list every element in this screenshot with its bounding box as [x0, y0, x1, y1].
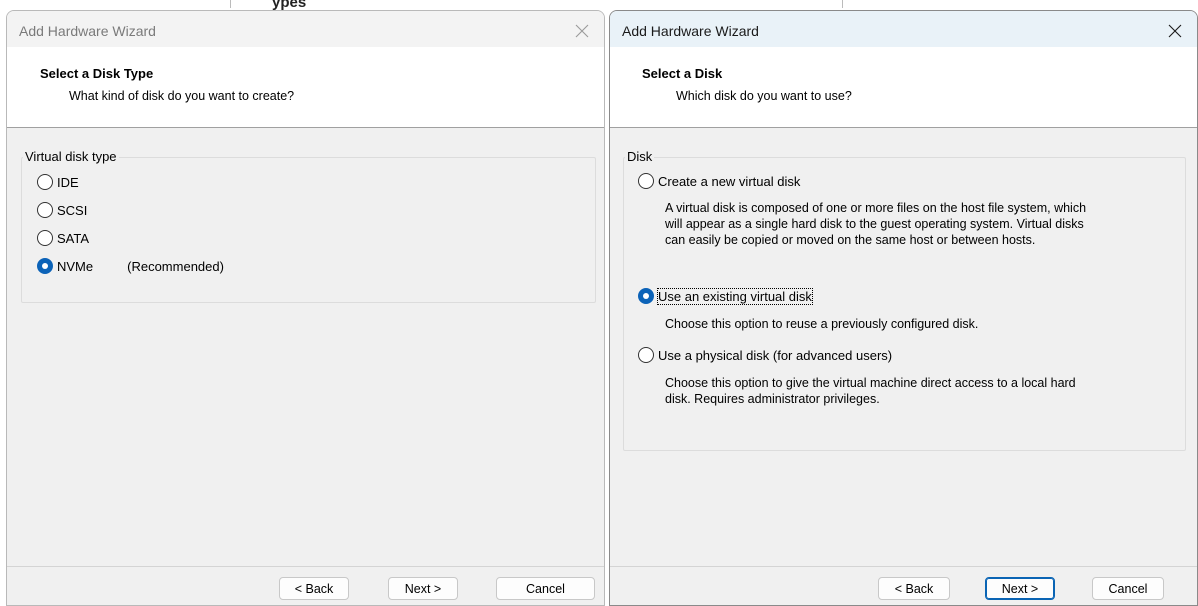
header-subtitle: Which disk do you want to use? — [676, 89, 852, 103]
radio-label: SATA — [57, 230, 90, 246]
radio-button[interactable] — [638, 173, 654, 189]
radio-button[interactable] — [37, 174, 53, 190]
group-label: Disk — [625, 149, 655, 164]
title-bar: Add Hardware Wizard — [7, 11, 604, 47]
title-bar: Add Hardware Wizard — [610, 11, 1197, 47]
back-button[interactable]: < Back — [279, 577, 349, 600]
radio-label: NVMe — [57, 258, 94, 274]
radio-use-existing-virtual-disk[interactable]: Use an existing virtual disk — [638, 287, 813, 305]
group-label: Virtual disk type — [23, 149, 119, 164]
radio-button[interactable] — [37, 202, 53, 218]
cancel-button[interactable]: Cancel — [1092, 577, 1164, 600]
option-description: Choose this option to give the virtual m… — [665, 376, 1076, 406]
cancel-button[interactable]: Cancel — [496, 577, 595, 600]
back-button[interactable]: < Back — [878, 577, 950, 600]
window-title: Add Hardware Wizard — [19, 23, 156, 39]
recommended-note: (Recommended) — [127, 258, 224, 274]
close-button[interactable] — [570, 19, 594, 43]
radio-label: Create a new virtual disk — [658, 173, 801, 189]
radio-label: Use an existing virtual disk — [657, 287, 813, 305]
option-description: Choose this option to reuse a previously… — [665, 317, 979, 331]
next-button[interactable]: Next > — [985, 577, 1055, 600]
close-icon — [575, 24, 589, 38]
wizard-header: Select a Disk Which disk do you want to … — [610, 47, 1197, 128]
background-divider — [230, 0, 231, 8]
close-button[interactable] — [1163, 19, 1187, 43]
next-button[interactable]: Next > — [388, 577, 458, 600]
radio-button[interactable] — [638, 347, 654, 363]
close-icon — [1168, 24, 1182, 38]
radio-button-selected[interactable] — [37, 258, 53, 274]
radio-scsi[interactable]: SCSI — [37, 202, 87, 218]
radio-nvme[interactable]: NVMe (Recommended) — [37, 258, 224, 274]
header-subtitle: What kind of disk do you want to create? — [69, 89, 295, 103]
background-window — [0, 0, 1198, 10]
header-title: Select a Disk Type — [40, 66, 154, 81]
radio-label: SCSI — [57, 202, 88, 218]
background-divider — [842, 0, 843, 8]
virtual-disk-type-group: Virtual disk type — [21, 149, 596, 303]
header-title: Select a Disk — [642, 66, 723, 81]
wizard-header: Select a Disk Type What kind of disk do … — [7, 47, 604, 128]
radio-create-new-virtual-disk[interactable]: Create a new virtual disk — [638, 173, 800, 189]
radio-label: Use a physical disk (for advanced users) — [658, 347, 893, 363]
radio-sata[interactable]: SATA — [37, 230, 89, 246]
wizard-footer: < Back Next > Cancel — [7, 566, 604, 605]
wizard-footer: < Back Next > Cancel — [610, 566, 1197, 605]
window-title: Add Hardware Wizard — [622, 23, 759, 39]
radio-button-selected[interactable] — [638, 288, 654, 304]
radio-label: IDE — [57, 174, 79, 190]
radio-ide[interactable]: IDE — [37, 174, 79, 190]
radio-use-physical-disk[interactable]: Use a physical disk (for advanced users) — [638, 347, 892, 363]
add-hardware-wizard-disk-type-dialog: Add Hardware Wizard Select a Disk Type W… — [6, 10, 605, 606]
option-description: A virtual disk is composed of one or mor… — [665, 201, 1087, 247]
add-hardware-wizard-select-disk-dialog: Add Hardware Wizard Select a Disk Which … — [609, 10, 1198, 606]
radio-button[interactable] — [37, 230, 53, 246]
